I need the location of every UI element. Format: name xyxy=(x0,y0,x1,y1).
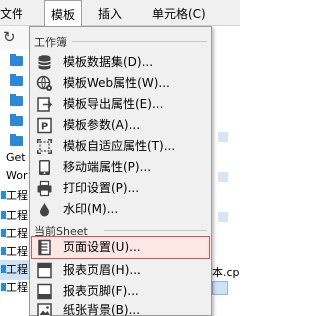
menu-file[interactable]: 文件 xyxy=(0,0,22,26)
tree-item[interactable]: 工程 xyxy=(0,206,32,226)
menu-item-label: 移动端属性(P)... xyxy=(63,160,152,174)
folder-icon xyxy=(10,114,23,126)
menu-item-mobile-properties[interactable]: 移动端属性(P)... xyxy=(32,157,209,178)
menu-template[interactable]: 模板 xyxy=(44,0,82,27)
refresh-icon[interactable]: ↻ xyxy=(3,28,16,46)
tree-folder-row[interactable] xyxy=(0,92,32,112)
header-icon xyxy=(37,262,52,279)
template-dropdown-menu: 工作簿 模板数据集(D)... 模板Web属性(W)... 模板导出属性(E).… xyxy=(29,26,212,316)
menu-separator xyxy=(104,230,207,231)
background-file-name: 本.cp xyxy=(212,266,240,279)
menu-item-label: 模板参数(A)... xyxy=(63,118,141,132)
menu-item-watermark[interactable]: 水印(M)... xyxy=(32,199,209,220)
menubar: 文件 模板 插入 单元格(C) xyxy=(0,0,240,27)
menu-item-label: 报表页脚(F)... xyxy=(63,284,139,298)
menu-item-label: 模板自适应属性(T)... xyxy=(63,139,176,153)
tree-item-selected[interactable]: 工程 xyxy=(0,260,32,280)
tree-item[interactable]: 工程 xyxy=(0,242,32,262)
menu-separator xyxy=(72,41,207,42)
menu-item-template-adaptive-properties[interactable]: 模板自适应属性(T)... xyxy=(32,136,209,157)
menu-item-label: 报表页眉(H)... xyxy=(63,263,141,277)
menu-item-report-header[interactable]: 报表页眉(H)... xyxy=(32,260,209,281)
menu-item-label: 纸张背景(B)... xyxy=(63,303,141,316)
tree-item[interactable]: Wor xyxy=(0,166,32,186)
menu-item-page-setup[interactable]: 页面设置(U)... xyxy=(31,236,210,259)
folder-icon xyxy=(10,94,23,106)
adaptive-icon xyxy=(37,139,52,154)
globe-gear-icon xyxy=(36,75,52,91)
folder-icon xyxy=(10,134,23,146)
page-setup-icon xyxy=(38,239,51,256)
footer-icon xyxy=(37,283,52,300)
background-icon xyxy=(37,303,52,316)
printer-icon xyxy=(37,180,52,197)
tree-folder-row[interactable] xyxy=(0,52,32,72)
menu-item-report-footer[interactable]: 报表页脚(F)... xyxy=(32,281,209,302)
export-icon xyxy=(37,97,53,112)
menu-item-paper-background[interactable]: 纸张背景(B)... xyxy=(32,300,209,316)
tree-item[interactable]: 工程 xyxy=(0,278,32,298)
tree-folder-row[interactable] xyxy=(0,72,32,92)
folder-icon xyxy=(10,74,23,86)
menu-item-label: 模板数据集(D)... xyxy=(63,55,154,69)
menu-item-template-parameters[interactable]: P 模板参数(A)... xyxy=(32,115,209,136)
menu-item-template-web-properties[interactable]: 模板Web属性(W)... xyxy=(32,73,209,94)
tree-folder-row[interactable] xyxy=(0,112,32,132)
parameter-icon: P xyxy=(37,117,52,134)
menu-item-print-settings[interactable]: 打印设置(P)... xyxy=(32,178,209,199)
menu-item-label: 模板导出属性(E)... xyxy=(63,97,164,111)
watermark-icon xyxy=(40,203,49,217)
menu-item-template-export-properties[interactable]: 模板导出属性(E)... xyxy=(32,94,209,115)
menu-insert[interactable]: 插入 xyxy=(98,0,122,26)
folder-icon xyxy=(10,54,23,66)
cell-marker xyxy=(218,172,228,182)
menu-item-label: 打印设置(P)... xyxy=(63,181,140,195)
menu-item-label: 页面设置(U)... xyxy=(63,240,141,254)
section-workbook: 工作簿 xyxy=(34,36,67,49)
database-icon xyxy=(38,55,51,70)
tree-item[interactable]: 工程 xyxy=(0,224,32,244)
tree-item[interactable]: 工程 xyxy=(0,186,32,206)
menu-item-label: 模板Web属性(W)... xyxy=(63,76,170,90)
svg-text:P: P xyxy=(41,122,48,133)
tree-item[interactable]: Get xyxy=(0,148,32,168)
menu-cell[interactable]: 单元格(C) xyxy=(152,0,206,26)
selected-cell[interactable] xyxy=(212,281,228,295)
menu-item-template-dataset[interactable]: 模板数据集(D)... xyxy=(32,52,209,73)
cell-marker xyxy=(218,212,228,222)
cell-marker xyxy=(218,132,228,142)
mobile-icon xyxy=(39,160,50,175)
menu-item-label: 水印(M)... xyxy=(63,202,119,216)
